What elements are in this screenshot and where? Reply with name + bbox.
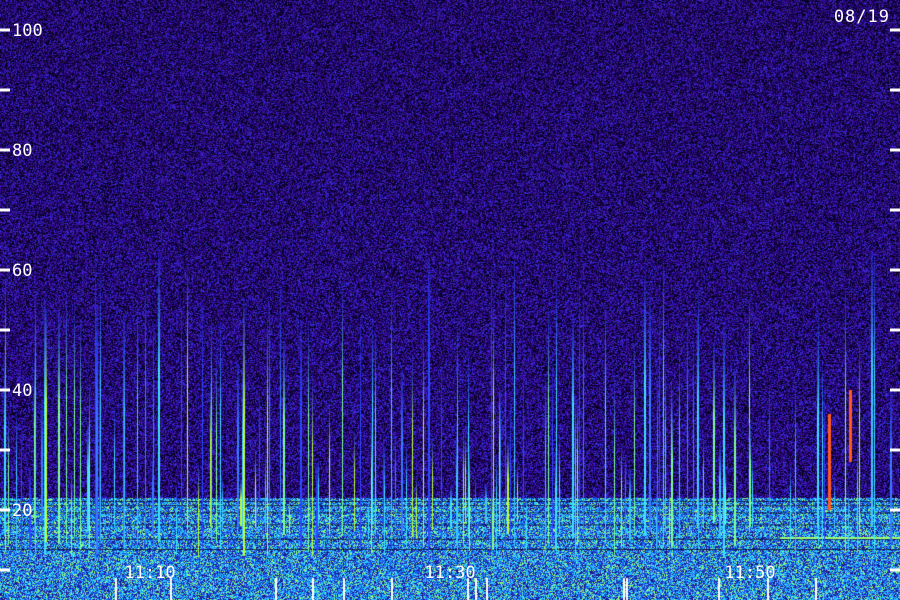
y-tick-label: 60 [12,261,32,281]
date-label: 08/19 [833,7,890,27]
x-tick-label: 11:50 [724,563,775,583]
axis-overlay: 20 40 60 80 100 11:10 11:30 11:50 [0,21,900,583]
y-tick-label: 80 [12,141,32,161]
x-tick-label: 11:30 [424,563,475,583]
y-tick-label: 40 [12,381,32,401]
y-axis-labels: 20 40 60 80 100 [12,21,43,521]
y-axis-left [0,28,10,572]
x-tick-label: 11:10 [124,563,175,583]
x-axis: 11:10 11:30 11:50 [124,563,775,583]
y-tick-label: 20 [12,501,32,521]
y-axis-right [890,28,900,572]
y-tick-label: 100 [12,21,43,41]
